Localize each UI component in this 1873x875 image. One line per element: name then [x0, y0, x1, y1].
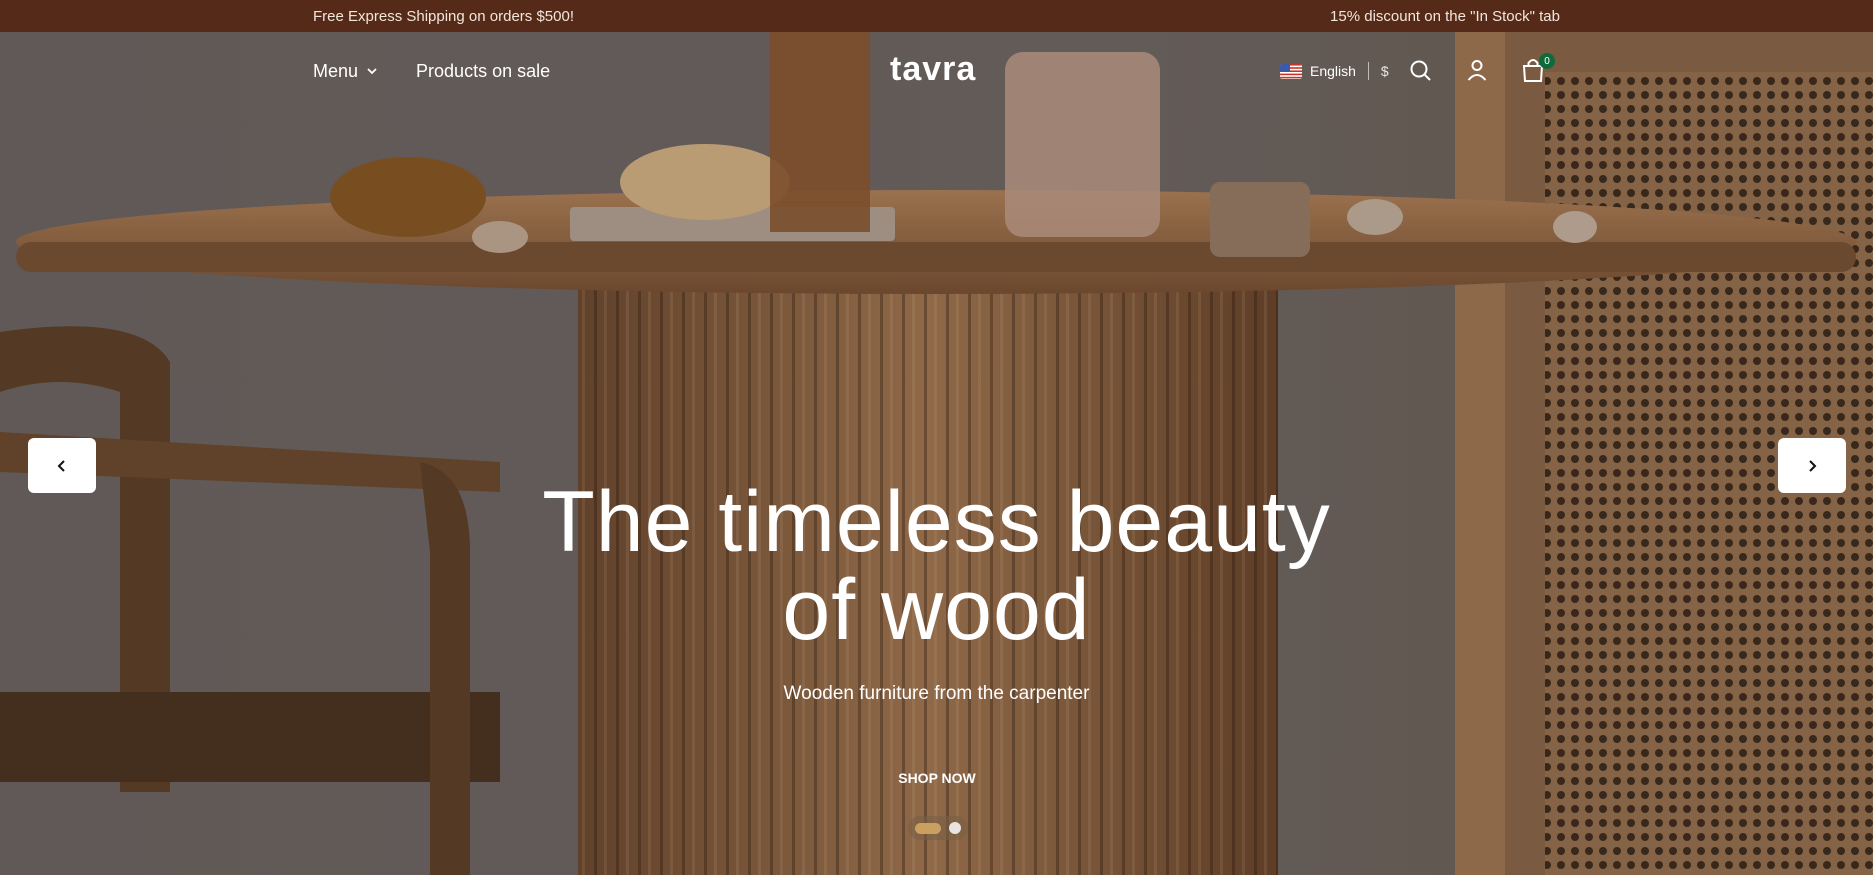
chevron-left-icon [57, 459, 65, 472]
search-icon [1410, 60, 1431, 81]
primary-nav: Menu Products on sale [313, 32, 550, 110]
language-currency-selector[interactable]: English $ [1280, 62, 1389, 80]
account-button[interactable] [1463, 56, 1491, 84]
slide-dot-1[interactable] [915, 822, 941, 834]
site-logo[interactable]: tavra [890, 50, 976, 89]
cart-count-badge: 0 [1539, 53, 1555, 69]
hero-headline-line2: of wood [782, 562, 1091, 658]
slide-dot-2[interactable] [949, 822, 961, 834]
hero-overlay [0, 32, 1873, 875]
search-button[interactable] [1407, 57, 1435, 85]
language-label: English [1310, 63, 1356, 79]
menu-label: Menu [313, 60, 359, 81]
header-actions: English $ [1280, 32, 1389, 110]
hero-headline: The timeless beauty of wood [0, 478, 1873, 654]
hero-subtitle: Wooden furniture from the carpenter [783, 683, 1090, 704]
shop-now-button[interactable]: SHOP NOW [876, 762, 998, 794]
shipping-announcement: Free Express Shipping on orders $500! [313, 7, 574, 25]
menu-button[interactable]: Menu [313, 61, 378, 82]
currency-label: $ [1380, 63, 1389, 79]
products-on-sale-link[interactable]: Products on sale [416, 61, 550, 82]
discount-announcement: 15% discount on the "In Stock" tab [1330, 7, 1560, 25]
user-icon [1467, 60, 1487, 81]
language-divider [1367, 62, 1369, 80]
us-flag-icon [1280, 63, 1302, 79]
chevron-right-icon [1809, 459, 1817, 472]
chevron-down-icon [367, 68, 377, 75]
slide-pagination [908, 816, 968, 840]
announcement-bar: Free Express Shipping on orders $500! 15… [0, 0, 1873, 32]
cart-button[interactable]: 0 [1519, 53, 1555, 84]
main-header: Menu Products on sale tavra English $ 0 [0, 32, 1873, 110]
hero-banner [0, 32, 1873, 875]
hero-headline-line1: The timeless beauty [542, 474, 1331, 570]
